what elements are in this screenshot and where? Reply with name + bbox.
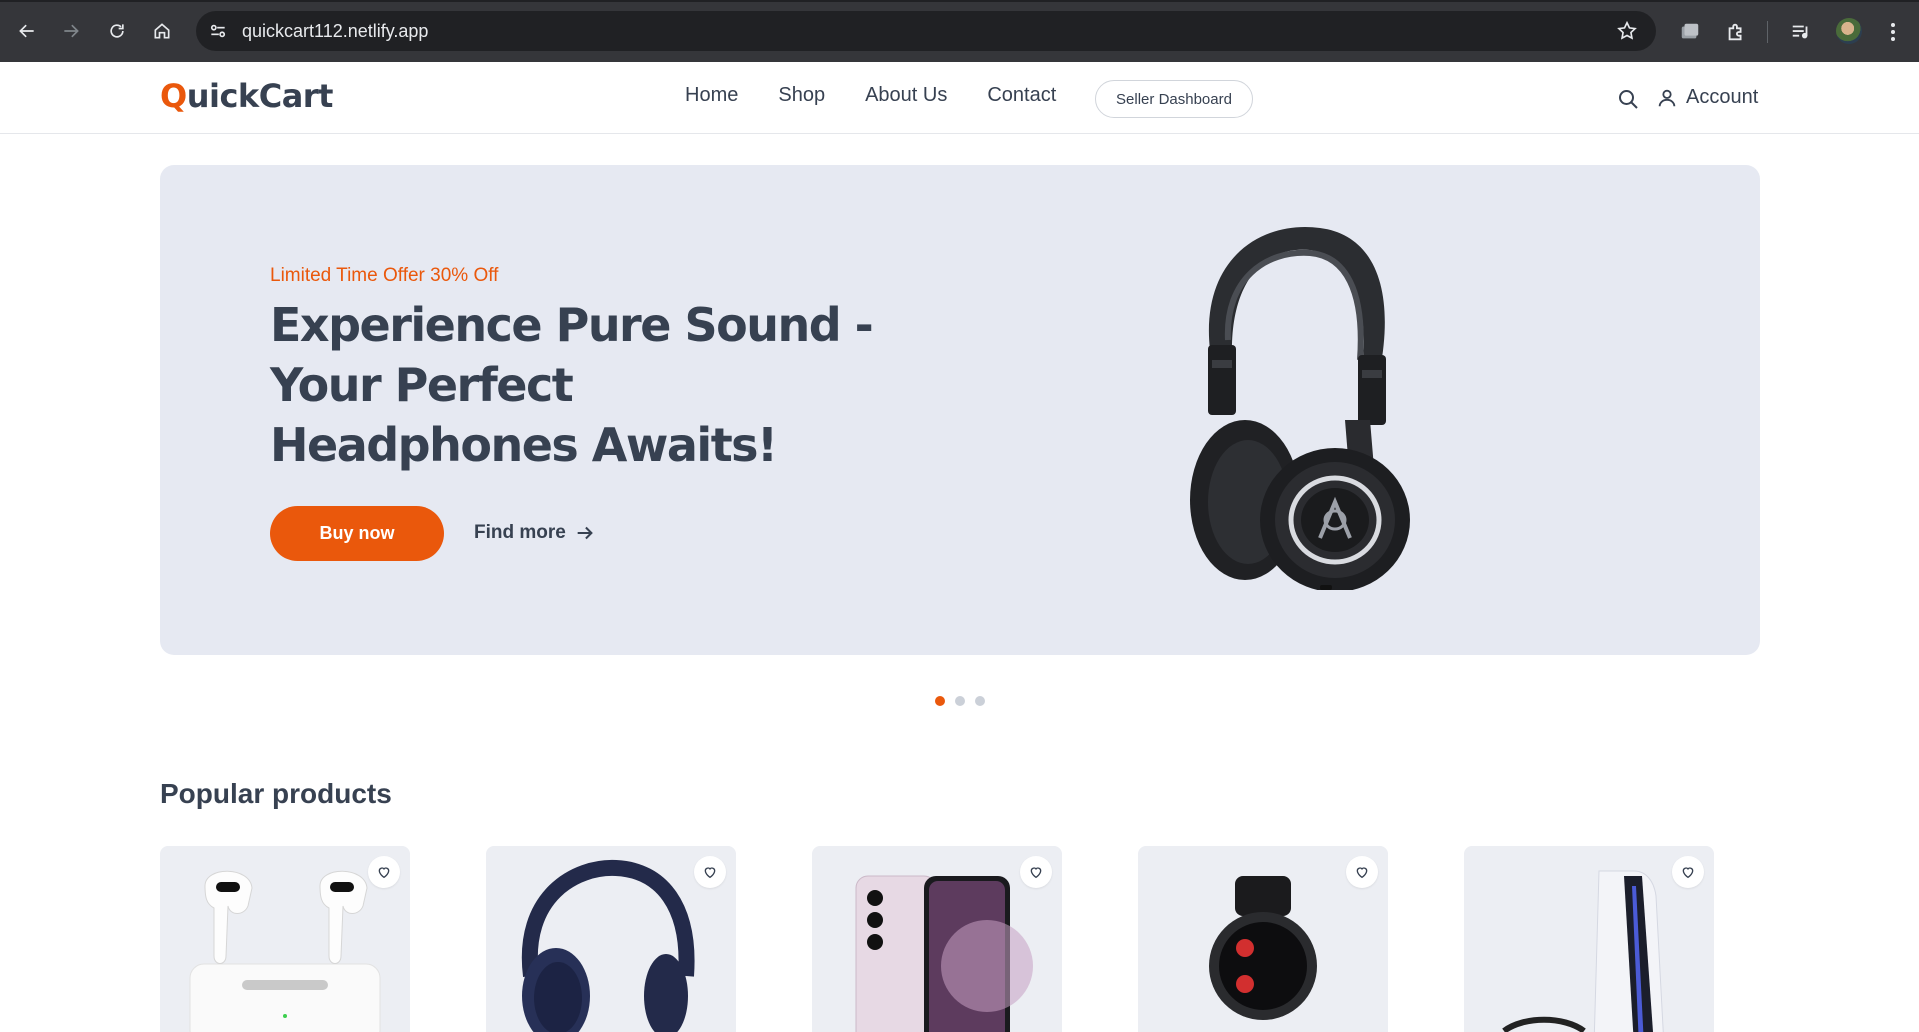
product-card[interactable]	[812, 846, 1062, 1032]
back-icon[interactable]	[12, 16, 42, 46]
puzzle-icon[interactable]	[1722, 18, 1750, 46]
product-card[interactable]	[486, 846, 736, 1032]
carousel-dot[interactable]	[955, 696, 965, 706]
heart-icon	[1682, 867, 1694, 879]
popular-products-title: Popular products	[160, 778, 392, 809]
profile-avatar[interactable]	[1836, 18, 1862, 44]
reload-icon[interactable]	[102, 16, 132, 46]
menu-kebab-icon[interactable]	[1879, 18, 1907, 46]
heart-icon	[1356, 867, 1368, 879]
hero-banner: Limited Time Offer 30% Off Experience Pu…	[160, 165, 1760, 655]
address-bar[interactable]: quickcart112.netlify.app	[196, 11, 1656, 51]
quickcart-logo[interactable]: QuickCart	[160, 77, 333, 115]
arrow-right-icon	[577, 526, 593, 540]
wishlist-button[interactable]	[1672, 856, 1704, 888]
seller-dashboard-button[interactable]: Seller Dashboard	[1095, 80, 1253, 118]
browser-toolbar: quickcart112.netlify.app	[0, 0, 1919, 62]
toolbar-separator	[1767, 21, 1768, 43]
carousel-dot[interactable]	[975, 696, 985, 706]
heart-icon	[704, 867, 716, 879]
headphones-hero-image	[1190, 227, 1410, 590]
bookmark-star-icon[interactable]	[1616, 20, 1638, 42]
heart-icon	[1030, 867, 1042, 879]
account-label: Account	[1686, 86, 1759, 108]
buy-now-button[interactable]: Buy now	[270, 506, 444, 561]
account-button[interactable]: Account	[1656, 86, 1758, 109]
wishlist-button[interactable]	[368, 856, 400, 888]
url-text[interactable]: quickcart112.netlify.app	[242, 21, 428, 42]
extension-icon[interactable]	[1676, 18, 1704, 46]
home-icon[interactable]	[147, 16, 177, 46]
nav-shop[interactable]: Shop	[778, 84, 825, 107]
wishlist-button[interactable]	[1346, 856, 1378, 888]
user-icon	[1658, 89, 1676, 106]
nav-contact[interactable]: Contact	[987, 84, 1056, 107]
offer-text: Limited Time Offer 30% Off	[270, 265, 499, 286]
nav-about-us[interactable]: About Us	[865, 84, 947, 107]
site-info-icon[interactable]	[206, 19, 230, 43]
tab-strip-edge	[0, 0, 1919, 2]
carousel-dots	[935, 696, 985, 706]
product-card[interactable]	[160, 846, 410, 1032]
product-card[interactable]	[1138, 846, 1388, 1032]
logo-text: uickCart	[186, 77, 334, 115]
logo-letter: Q	[160, 77, 187, 115]
product-card[interactable]	[1464, 846, 1714, 1032]
wishlist-button[interactable]	[694, 856, 726, 888]
carousel-dot[interactable]	[935, 696, 945, 706]
search-icon[interactable]	[1616, 87, 1640, 111]
site-header: QuickCart Home Shop About Us Contact Sel…	[0, 62, 1919, 134]
hero-headline: Experience Pure Sound - Your Perfect Hea…	[270, 298, 874, 472]
wishlist-button[interactable]	[1020, 856, 1052, 888]
forward-icon[interactable]	[56, 16, 86, 46]
media-control-icon[interactable]	[1787, 18, 1815, 46]
find-more-label: Find more	[474, 522, 566, 543]
find-more-link[interactable]: Find more	[474, 522, 596, 544]
main-nav: Home Shop About Us Contact	[685, 84, 1056, 107]
nav-home[interactable]: Home	[685, 84, 738, 107]
heart-icon	[378, 867, 390, 879]
